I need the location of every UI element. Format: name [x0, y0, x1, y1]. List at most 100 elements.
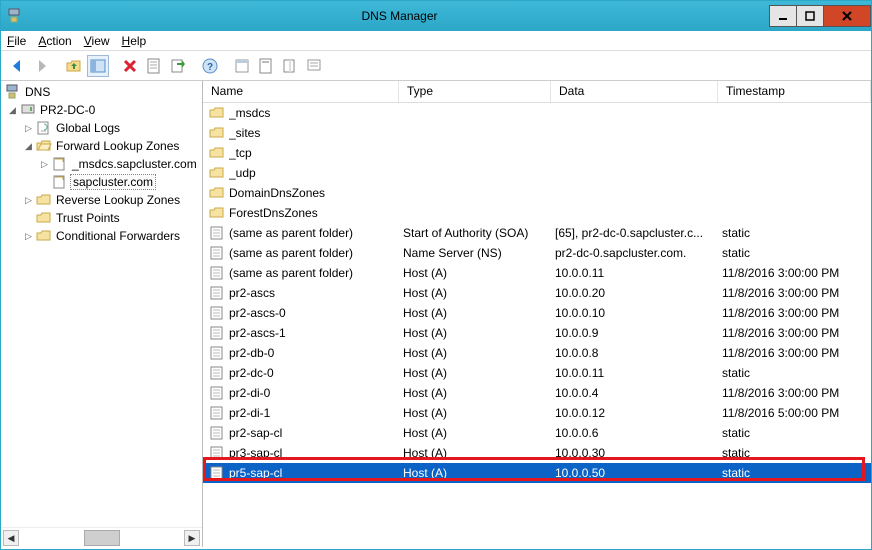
list-row-record[interactable]: pr3-sap-clHost (A)10.0.0.30static — [203, 443, 871, 463]
column-type[interactable]: Type — [399, 81, 551, 102]
tree-node-dns[interactable]: DNS — [1, 83, 202, 101]
record-icon — [209, 465, 225, 481]
tree-node-server[interactable]: ◢ PR2-DC-0 — [1, 101, 202, 119]
tree-label: Forward Lookup Zones — [54, 139, 181, 153]
scroll-left-button[interactable]: ◀ — [3, 530, 19, 546]
list-row-folder[interactable]: _tcp — [203, 143, 871, 163]
list-row-folder[interactable]: ForestDnsZones — [203, 203, 871, 223]
list-row-record[interactable]: pr2-db-0Host (A)10.0.0.811/8/2016 3:00:0… — [203, 343, 871, 363]
list-row-record[interactable]: pr2-di-0Host (A)10.0.0.411/8/2016 3:00:0… — [203, 383, 871, 403]
cell-name: pr2-di-1 — [229, 406, 403, 420]
list-row-record[interactable]: (same as parent folder)Start of Authorit… — [203, 223, 871, 243]
app-icon — [7, 8, 23, 24]
action-4-button[interactable] — [303, 55, 325, 77]
expand-icon[interactable]: ◢ — [7, 105, 18, 116]
cell-name: pr2-di-0 — [229, 386, 403, 400]
cell-timestamp: 11/8/2016 3:00:00 PM — [722, 286, 871, 300]
cell-timestamp: 11/8/2016 5:00:00 PM — [722, 406, 871, 420]
tree-label: Trust Points — [54, 211, 122, 225]
help-button[interactable]: ? — [199, 55, 221, 77]
expand-icon[interactable]: ▷ — [23, 231, 34, 242]
cell-name: _msdcs — [229, 106, 403, 120]
cell-type: Host (A) — [403, 326, 555, 340]
log-icon — [36, 120, 52, 136]
tree-node-sapcluster[interactable]: ▷ sapcluster.com — [1, 173, 202, 191]
cell-data: 10.0.0.50 — [555, 466, 722, 480]
scroll-right-button[interactable]: ▶ — [184, 530, 200, 546]
cell-timestamp: static — [722, 426, 871, 440]
delete-button[interactable] — [119, 55, 141, 77]
cell-data: 10.0.0.30 — [555, 446, 722, 460]
export-button[interactable] — [167, 55, 189, 77]
cell-timestamp: 11/8/2016 3:00:00 PM — [722, 346, 871, 360]
list-row-record[interactable]: pr2-ascs-0Host (A)10.0.0.1011/8/2016 3:0… — [203, 303, 871, 323]
action-3-button[interactable] — [279, 55, 301, 77]
column-data[interactable]: Data — [551, 81, 718, 102]
list-row-record[interactable]: (same as parent folder)Host (A)10.0.0.11… — [203, 263, 871, 283]
back-button[interactable] — [7, 55, 29, 77]
list-row-record[interactable]: pr2-sap-clHost (A)10.0.0.6static — [203, 423, 871, 443]
folder-icon — [209, 105, 225, 121]
record-icon — [209, 325, 225, 341]
menu-help[interactable]: Help — [122, 34, 147, 48]
tree-node-msdcs[interactable]: ▷ _msdcs.sapcluster.com — [1, 155, 202, 173]
horizontal-scrollbar[interactable]: ◀ ▶ — [1, 527, 202, 547]
folder-icon — [209, 125, 225, 141]
close-button[interactable] — [823, 5, 871, 27]
list-row-record[interactable]: pr2-ascsHost (A)10.0.0.2011/8/2016 3:00:… — [203, 283, 871, 303]
show-hide-tree-button[interactable] — [87, 55, 109, 77]
cell-name: DomainDnsZones — [229, 186, 403, 200]
expand-icon[interactable]: ▷ — [23, 123, 34, 134]
list-row-folder[interactable]: _msdcs — [203, 103, 871, 123]
tree-node-trust-points[interactable]: ▷ Trust Points — [1, 209, 202, 227]
list-panel: Name Type Data Timestamp _msdcs _sites_tc… — [203, 81, 871, 547]
action-1-button[interactable] — [231, 55, 253, 77]
menu-action[interactable]: Action — [38, 34, 71, 48]
tree-label: _msdcs.sapcluster.com — [70, 157, 199, 171]
tree-node-global-logs[interactable]: ▷ Global Logs — [1, 119, 202, 137]
tree-body[interactable]: DNS ◢ PR2-DC-0 ▷ Global Logs ◢ Forward L… — [1, 81, 202, 527]
forward-button[interactable] — [31, 55, 53, 77]
column-timestamp[interactable]: Timestamp — [718, 81, 871, 102]
action-2-button[interactable] — [255, 55, 277, 77]
tree-label: DNS — [23, 85, 52, 99]
cell-data: 10.0.0.11 — [555, 266, 722, 280]
expand-icon[interactable]: ▷ — [23, 195, 34, 206]
tree-node-conditional-forwarders[interactable]: ▷ Conditional Forwarders — [1, 227, 202, 245]
tree-node-forward-zones[interactable]: ◢ Forward Lookup Zones — [1, 137, 202, 155]
list-row-folder[interactable]: _udp — [203, 163, 871, 183]
menu-view[interactable]: View — [84, 34, 110, 48]
expand-icon[interactable]: ◢ — [23, 141, 34, 152]
zone-icon — [52, 174, 68, 190]
list-row-record[interactable]: pr2-di-1Host (A)10.0.0.1211/8/2016 5:00:… — [203, 403, 871, 423]
minimize-button[interactable] — [769, 5, 797, 27]
list-row-record[interactable]: pr5-sap-clHost (A)10.0.0.50static — [203, 463, 871, 483]
record-icon — [209, 265, 225, 281]
dns-root-icon — [5, 84, 21, 100]
list-row-record[interactable]: (same as parent folder)Name Server (NS)p… — [203, 243, 871, 263]
scroll-thumb[interactable] — [84, 530, 120, 546]
properties-button[interactable] — [143, 55, 165, 77]
list-row-folder[interactable]: _sites — [203, 123, 871, 143]
list-body[interactable]: _msdcs _sites_tcp_udp DomainDnsZones Forest… — [203, 103, 871, 483]
menu-file[interactable]: File — [7, 34, 26, 48]
cell-data: 10.0.0.10 — [555, 306, 722, 320]
tree-node-reverse-zones[interactable]: ▷ Reverse Lookup Zones — [1, 191, 202, 209]
toolbar: ? — [1, 51, 871, 81]
list-row-folder[interactable]: DomainDnsZones — [203, 183, 871, 203]
column-name[interactable]: Name — [203, 81, 399, 102]
list-row-record[interactable]: pr2-ascs-1Host (A)10.0.0.911/8/2016 3:00… — [203, 323, 871, 343]
cell-data: 10.0.0.4 — [555, 386, 722, 400]
cell-type: Name Server (NS) — [403, 246, 555, 260]
cell-type: Host (A) — [403, 386, 555, 400]
maximize-button[interactable] — [796, 5, 824, 27]
tree-label: PR2-DC-0 — [38, 103, 97, 117]
up-folder-button[interactable] — [63, 55, 85, 77]
cell-timestamp: 11/8/2016 3:00:00 PM — [722, 326, 871, 340]
list-row-record[interactable]: pr2-dc-0Host (A)10.0.0.11static — [203, 363, 871, 383]
list-header[interactable]: Name Type Data Timestamp — [203, 81, 871, 103]
cell-timestamp: static — [722, 466, 871, 480]
cell-data: 10.0.0.20 — [555, 286, 722, 300]
titlebar: DNS Manager — [1, 1, 871, 31]
expand-icon[interactable]: ▷ — [39, 159, 50, 170]
